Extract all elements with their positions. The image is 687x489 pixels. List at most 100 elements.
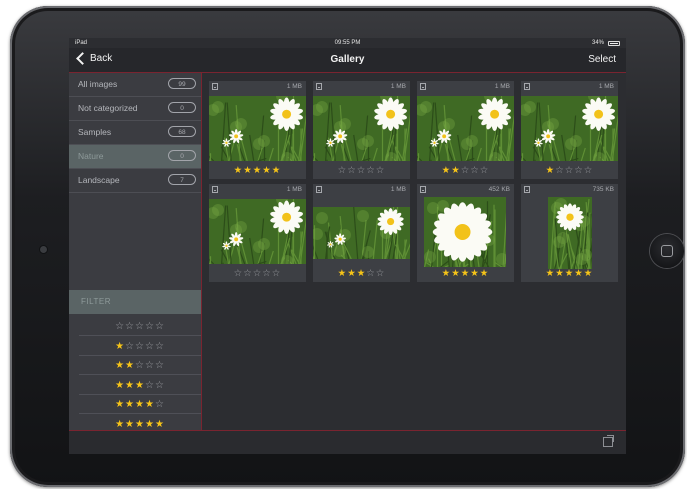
star-filled-icon: ★: [135, 379, 145, 391]
star-empty-icon: ☆: [154, 321, 165, 332]
filter-rating-row[interactable]: ☆☆☆☆☆: [79, 316, 201, 336]
star-empty-icon: ☆: [583, 165, 594, 176]
star-filled-icon: ★: [115, 379, 126, 391]
sidebar-item-label: Samples: [78, 127, 112, 137]
file-icon: [420, 186, 426, 193]
sidebar-item-label: All images: [78, 79, 118, 89]
sidebar-item-count-badge: 68: [168, 126, 196, 137]
star-filled-icon: ★: [125, 399, 136, 410]
thumbnail-image: [548, 197, 592, 269]
thumbnail-rating[interactable]: ★★☆☆☆: [417, 165, 514, 176]
star-filled-icon: ★: [252, 165, 263, 176]
star-empty-icon: ☆: [366, 268, 376, 279]
rating-stars: ★☆☆☆☆: [115, 341, 165, 352]
thumbnail-rating[interactable]: ☆☆☆☆☆: [209, 268, 306, 279]
daisy-photo: [209, 199, 306, 264]
star-empty-icon: ☆: [144, 379, 155, 391]
select-button[interactable]: Select: [588, 54, 616, 65]
star-empty-icon: ☆: [135, 360, 145, 371]
star-filled-icon: ★: [125, 360, 136, 371]
star-filled-icon: ★: [115, 418, 126, 430]
sidebar-item-count-badge: 0: [168, 150, 196, 161]
rating-stars: ★★☆☆☆: [115, 360, 165, 371]
thumbnail-image: [424, 197, 506, 267]
filter-rating-row[interactable]: ★★☆☆☆: [79, 355, 201, 375]
star-empty-icon: ☆: [479, 165, 490, 176]
thumbnail-rating[interactable]: ★★★★★: [209, 165, 306, 176]
file-icon: [212, 186, 218, 193]
star-filled-icon: ★: [441, 268, 452, 279]
star-filled-icon: ★: [545, 165, 556, 176]
star-filled-icon: ★: [564, 268, 575, 279]
sidebar-item[interactable]: Samples 68: [69, 121, 201, 145]
thumbnail-header: 1 MB: [209, 184, 306, 195]
rating-stars: ★★★☆☆: [115, 380, 165, 391]
star-filled-icon: ★: [115, 360, 126, 371]
page-title: Gallery: [330, 54, 365, 65]
file-size: 1 MB: [390, 83, 406, 90]
thumbnail-image: [313, 96, 410, 161]
star-empty-icon: ☆: [135, 340, 145, 352]
file-icon: [316, 83, 322, 90]
filter-rating-row[interactable]: ★☆☆☆☆: [79, 336, 201, 356]
star-filled-icon: ★: [115, 340, 126, 352]
image-thumbnail[interactable]: 1 MB ★★★☆☆: [313, 184, 410, 282]
daisy-photo: [548, 197, 592, 269]
share-icon[interactable]: [603, 435, 614, 447]
home-button[interactable]: [650, 234, 684, 268]
thumbnail-header: 1 MB: [417, 81, 514, 92]
star-filled-icon: ★: [262, 165, 272, 176]
front-camera: [40, 246, 47, 253]
daisy-photo: [424, 197, 506, 267]
daisy-photo: [313, 207, 410, 259]
thumbnail-rating[interactable]: ★★★☆☆: [313, 268, 410, 279]
star-filled-icon: ★: [479, 268, 490, 279]
star-empty-icon: ☆: [115, 321, 126, 332]
thumbnail-image: [417, 96, 514, 161]
filter-rating-row[interactable]: ★★★☆☆: [79, 375, 201, 395]
thumbnail-rating[interactable]: ☆☆☆☆☆: [313, 165, 410, 176]
image-thumbnail[interactable]: 452 KB ★★★★★: [417, 184, 514, 282]
image-thumbnail[interactable]: 1 MB ☆☆☆☆☆: [209, 184, 306, 282]
image-thumbnail[interactable]: 1 MB ★★★★★: [209, 81, 306, 179]
sidebar-item[interactable]: All images 99: [69, 73, 201, 97]
bottom-toolbar: [69, 430, 626, 454]
image-thumbnail[interactable]: 1 MB ★★☆☆☆: [417, 81, 514, 179]
star-filled-icon: ★: [470, 268, 480, 279]
file-size: 452 KB: [488, 186, 510, 193]
star-empty-icon: ☆: [154, 340, 165, 352]
screen: iPad 09:55 PM 34% Back Gallery Select Al…: [69, 38, 626, 454]
sidebar-item[interactable]: Landscape 7: [69, 169, 201, 193]
home-square-icon: [661, 245, 673, 257]
sidebar-item[interactable]: Nature 0: [69, 145, 201, 169]
star-empty-icon: ☆: [470, 165, 480, 176]
thumbnail-header: 1 MB: [313, 81, 410, 92]
thumbnail-header: 1 MB: [313, 184, 410, 195]
star-empty-icon: ☆: [252, 268, 263, 279]
star-filled-icon: ★: [144, 418, 155, 430]
thumbnail-rating[interactable]: ★☆☆☆☆: [521, 165, 618, 176]
star-filled-icon: ★: [451, 165, 461, 176]
star-empty-icon: ☆: [574, 165, 584, 176]
thumbnail-rating[interactable]: ★★★★★: [417, 268, 514, 279]
image-thumbnail[interactable]: 1 MB ★☆☆☆☆: [521, 81, 618, 179]
star-filled-icon: ★: [356, 268, 367, 279]
star-empty-icon: ☆: [375, 165, 386, 176]
file-icon: [316, 186, 322, 193]
star-empty-icon: ☆: [125, 321, 136, 332]
star-empty-icon: ☆: [125, 340, 136, 352]
star-filled-icon: ★: [135, 418, 145, 430]
sidebar-item-count-badge: 99: [168, 78, 196, 89]
star-empty-icon: ☆: [375, 268, 386, 279]
sidebar-item[interactable]: Not categorized 0: [69, 97, 201, 121]
thumbnail-rating[interactable]: ★★★★★: [521, 268, 618, 279]
status-battery-percent: 34%: [591, 40, 604, 46]
filter-rating-row[interactable]: ★★★★☆: [79, 394, 201, 414]
star-empty-icon: ☆: [154, 379, 165, 391]
daisy-photo: [417, 96, 514, 161]
image-thumbnail[interactable]: 1 MB ☆☆☆☆☆: [313, 81, 410, 179]
star-empty-icon: ☆: [154, 360, 165, 371]
sidebar-item-label: Not categorized: [78, 103, 138, 113]
thumbnail-image: [209, 199, 306, 264]
image-thumbnail[interactable]: 735 KB ★★★★★: [521, 184, 618, 282]
